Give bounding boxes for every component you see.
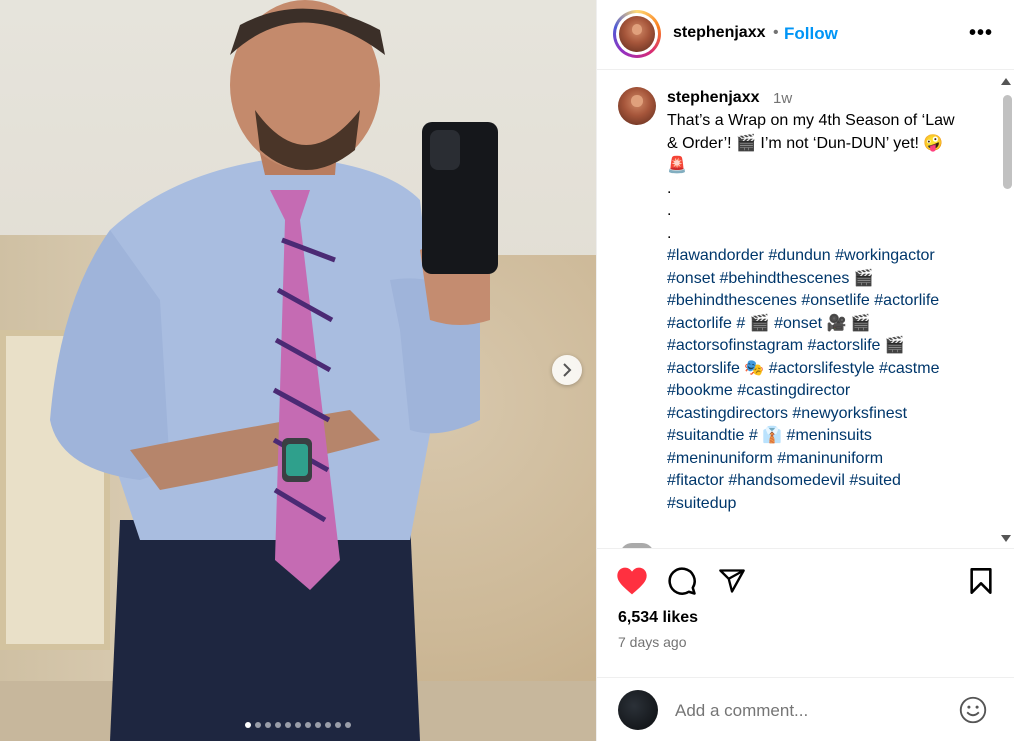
- caption-line: & Order’! 🎬 I’m not ‘Dun-DUN’ yet! 🤪: [667, 134, 944, 152]
- caption-line: 🚨: [667, 157, 687, 174]
- follow-button[interactable]: Follow: [784, 24, 838, 44]
- scroll-up-arrow[interactable]: [1001, 78, 1011, 85]
- header-separator: •: [773, 24, 779, 41]
- chevron-right-icon: [563, 363, 572, 377]
- story-ring[interactable]: [613, 10, 661, 58]
- carousel-dot: [315, 722, 321, 728]
- hashtag-line[interactable]: #behindthescenes #onsetlife #actorlife: [667, 290, 987, 313]
- share-button[interactable]: [713, 562, 751, 600]
- share-icon: [719, 569, 745, 593]
- carousel-dot: [275, 722, 281, 728]
- more-icon[interactable]: •••: [969, 22, 993, 45]
- carousel-dot: [295, 722, 301, 728]
- scrollbar-thumb[interactable]: [1003, 95, 1012, 189]
- caption-line: .: [667, 224, 672, 242]
- save-button[interactable]: [962, 562, 1000, 600]
- carousel-dots: [0, 722, 596, 728]
- carousel-dot: [265, 722, 271, 728]
- caption-line: .: [667, 202, 672, 219]
- hashtag-line[interactable]: #actorslife 🎭 #actorslifestyle #castme: [667, 358, 987, 381]
- post-date[interactable]: 7 days ago: [618, 634, 687, 650]
- emoji-icon[interactable]: [959, 696, 987, 724]
- heart-icon: [617, 567, 647, 595]
- comment-icon: [668, 567, 696, 595]
- post-photo[interactable]: [0, 0, 596, 741]
- carousel-dot: [325, 722, 331, 728]
- photo-subject: [50, 0, 498, 741]
- header-username[interactable]: stephenjaxx: [673, 24, 765, 42]
- carousel-dot: [345, 722, 351, 728]
- caption-time: 1w: [773, 90, 793, 107]
- like-button[interactable]: [613, 562, 651, 600]
- hashtag-line[interactable]: #suitedup: [667, 493, 987, 516]
- add-comment-bar: [597, 677, 1014, 741]
- hashtag-line[interactable]: #fitactor #handsomedevil #suited: [667, 470, 987, 493]
- hashtag-line[interactable]: #actorlife # 🎬 #onset 🎥 🎬: [667, 313, 987, 336]
- comment-button[interactable]: [663, 562, 701, 600]
- hashtag-line[interactable]: #onset #behindthescenes 🎬: [667, 268, 987, 291]
- comment-input[interactable]: [673, 700, 947, 722]
- carousel-next-button[interactable]: [552, 355, 582, 385]
- next-comment-avatar[interactable]: [620, 543, 654, 548]
- action-bar: [597, 562, 1014, 602]
- carousel-dot: [335, 722, 341, 728]
- hashtag-line[interactable]: #meninuniform #maninuniform: [667, 448, 987, 471]
- likes-count[interactable]: 6,534 likes: [618, 609, 698, 627]
- avatar[interactable]: [619, 16, 655, 52]
- carousel-dot: [305, 722, 311, 728]
- hashtag-line[interactable]: #suitandtie # 👔 #meninsuits: [667, 425, 987, 448]
- carousel-dot: [255, 722, 261, 728]
- carousel-dot: [245, 722, 251, 728]
- carousel-dot: [285, 722, 291, 728]
- caption-username[interactable]: stephenjaxx: [667, 89, 759, 107]
- comments-section[interactable]: stephenjaxx 1w That’s a Wrap on my 4th S…: [597, 71, 1014, 549]
- hashtag-line[interactable]: #lawandorder #dundun #workingactor: [667, 245, 987, 268]
- bookmark-icon: [970, 568, 992, 594]
- caption-line: That’s a Wrap on my 4th Season of ‘Law: [667, 112, 955, 129]
- caption-line: .: [667, 179, 672, 197]
- post-header: stephenjaxx • Follow •••: [597, 0, 1014, 70]
- scroll-down-arrow[interactable]: [1001, 535, 1011, 542]
- hashtag-line[interactable]: #bookme #castingdirector: [667, 380, 987, 403]
- caption-text: That’s a Wrap on my 4th Season of ‘Law &…: [667, 110, 987, 515]
- hashtag-line[interactable]: #actorsofinstagram #actorslife 🎬: [667, 335, 987, 358]
- viewer-avatar: [618, 690, 658, 730]
- caption-avatar[interactable]: [618, 87, 656, 125]
- hashtag-line[interactable]: #castingdirectors #newyorksfinest: [667, 403, 987, 426]
- post-side-panel: stephenjaxx • Follow ••• stephenjaxx 1w …: [596, 0, 1014, 741]
